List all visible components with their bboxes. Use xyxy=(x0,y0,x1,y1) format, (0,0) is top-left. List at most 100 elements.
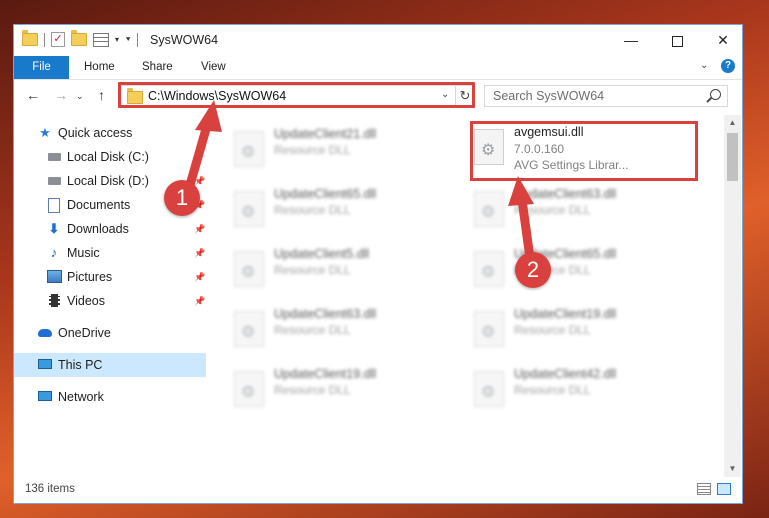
star-icon: ★ xyxy=(39,125,51,140)
list-item[interactable]: ⚙ UpdateClient42.dll Resource DLL xyxy=(464,361,694,411)
sidebar-item-label: Pictures xyxy=(67,270,113,284)
properties-icon[interactable] xyxy=(93,32,109,47)
up-button[interactable]: ↑ xyxy=(98,87,105,103)
list-item[interactable]: ⚙ UpdateClient5.dll Resource DLL xyxy=(224,241,454,291)
sidebar-item-network[interactable]: Network xyxy=(14,385,206,409)
details-view-icon[interactable] xyxy=(697,483,711,495)
file-type: Resource DLL xyxy=(274,203,351,217)
disk-icon xyxy=(47,174,61,188)
search-input[interactable]: Search SysWOW64 xyxy=(484,85,728,107)
file-type: Resource DLL xyxy=(514,383,591,397)
sidebar-item-local-disk-c[interactable]: Local Disk (C:) xyxy=(14,145,206,169)
address-highlight-box xyxy=(118,82,475,108)
network-icon xyxy=(38,390,52,404)
vertical-scrollbar[interactable]: ▲ ▼ xyxy=(724,115,741,477)
ribbon-tabs: File Home Share View ⌄ ? xyxy=(14,55,742,80)
sidebar-item-videos[interactable]: Videos 📌 xyxy=(14,289,206,313)
videos-icon xyxy=(47,294,61,308)
list-item[interactable]: ⚙ UpdateClient63.dll Resource DLL xyxy=(224,301,454,351)
quick-access-toolbar: ✓ ▾ ⯆ xyxy=(22,30,139,47)
file-name: UpdateClient63.dll xyxy=(274,307,377,321)
sidebar-item-label: This PC xyxy=(58,358,103,372)
sidebar-item-label: Network xyxy=(58,390,104,404)
onedrive-icon xyxy=(38,326,52,340)
dll-file-icon: ⚙ xyxy=(474,191,504,227)
pin-icon[interactable]: 📌 xyxy=(194,289,205,313)
tab-file[interactable]: File xyxy=(14,56,69,79)
step-badge-1: 1 xyxy=(164,180,200,216)
maximize-button[interactable] xyxy=(654,25,700,55)
dll-file-icon: ⚙ xyxy=(234,311,264,347)
scroll-up-icon[interactable]: ▲ xyxy=(724,115,741,131)
sidebar-item-this-pc[interactable]: This PC xyxy=(14,353,206,377)
file-list: ⚙ UpdateClient21.dll Resource DLL ⚙ Upda… xyxy=(210,115,724,475)
sidebar-item-downloads[interactable]: ⬇ Downloads 📌 xyxy=(14,217,206,241)
close-button[interactable]: ✕ xyxy=(700,25,742,55)
file-type: Resource DLL xyxy=(514,323,591,337)
new-folder-icon[interactable] xyxy=(71,30,87,46)
tab-home[interactable]: Home xyxy=(84,56,115,79)
navigation-pane: ★ Quick access Local Disk (C:) Local Dis… xyxy=(14,115,209,475)
sidebar-item-label: OneDrive xyxy=(58,326,111,340)
dll-file-icon: ⚙ xyxy=(234,251,264,287)
properties-check-icon[interactable]: ✓ xyxy=(51,32,65,47)
sidebar-item-label: Local Disk (C:) xyxy=(67,150,149,164)
back-button[interactable]: ← xyxy=(26,87,40,103)
pin-icon[interactable]: 📌 xyxy=(194,265,205,289)
sidebar-item-label: Downloads xyxy=(67,222,129,236)
chevron-down-icon[interactable]: ▾ xyxy=(115,35,119,44)
dll-file-icon: ⚙ xyxy=(474,371,504,407)
tab-view[interactable]: View xyxy=(201,56,226,79)
file-type: Resource DLL xyxy=(514,203,591,217)
dll-file-icon: ⚙ xyxy=(474,251,504,287)
dll-file-icon: ⚙ xyxy=(234,131,264,167)
maximize-icon xyxy=(671,35,683,47)
list-item[interactable]: ⚙ UpdateClient19.dll Resource DLL xyxy=(224,361,454,411)
file-type: Resource DLL xyxy=(274,143,351,157)
scroll-thumb[interactable] xyxy=(727,133,738,181)
sidebar-item-label: Music xyxy=(67,246,100,260)
file-name: UpdateClient21.dll xyxy=(274,127,377,141)
file-highlight-box xyxy=(470,121,698,181)
list-item[interactable]: ⚙ UpdateClient21.dll Resource DLL xyxy=(224,121,454,171)
file-name: UpdateClient63.dll xyxy=(514,187,617,201)
minimize-button[interactable]: — xyxy=(608,25,654,55)
sidebar-item-quick-access[interactable]: ★ Quick access xyxy=(14,121,206,145)
pin-icon[interactable]: 📌 xyxy=(194,241,205,265)
status-bar: 136 items xyxy=(14,477,742,503)
file-explorer-window: ✓ ▾ ⯆ SysWOW64 — ✕ File Home Share View … xyxy=(13,24,743,504)
disk-icon xyxy=(47,150,61,164)
file-type: Resource DLL xyxy=(274,323,351,337)
expand-ribbon-icon[interactable]: ⌄ xyxy=(700,60,708,71)
pin-icon[interactable]: 📌 xyxy=(194,217,205,241)
item-count: 136 items xyxy=(25,483,75,495)
toolbar-separator xyxy=(44,32,45,47)
file-name: UpdateClient65.dll xyxy=(274,187,377,201)
list-item[interactable]: ⚙ UpdateClient63.dll Resource DLL xyxy=(464,181,694,231)
recent-locations-icon[interactable]: ⌄ xyxy=(76,91,84,102)
music-icon: ♪ xyxy=(50,245,58,260)
dll-file-icon: ⚙ xyxy=(234,371,264,407)
sidebar-item-label: Videos xyxy=(67,294,105,308)
title-bar: ✓ ▾ ⯆ SysWOW64 — ✕ xyxy=(14,25,742,55)
file-name: UpdateClient19.dll xyxy=(274,367,377,381)
help-icon[interactable]: ? xyxy=(721,59,735,73)
customize-toolbar-icon[interactable]: ⯆ xyxy=(125,35,131,45)
pictures-icon xyxy=(47,270,62,284)
sidebar-item-pictures[interactable]: Pictures 📌 xyxy=(14,265,206,289)
tab-share[interactable]: Share xyxy=(142,56,173,79)
list-item[interactable]: ⚙ UpdateClient65.dll Resource DLL xyxy=(464,241,694,291)
tiles-view-icon[interactable] xyxy=(717,483,731,495)
step-badge-2: 2 xyxy=(515,252,551,288)
sidebar-item-music[interactable]: ♪ Music 📌 xyxy=(14,241,206,265)
toolbar-separator xyxy=(137,32,139,47)
sidebar-item-onedrive[interactable]: OneDrive xyxy=(14,321,206,345)
scroll-down-icon[interactable]: ▼ xyxy=(724,461,741,477)
search-placeholder: Search SysWOW64 xyxy=(493,89,605,103)
list-item[interactable]: ⚙ UpdateClient19.dll Resource DLL xyxy=(464,301,694,351)
window-title: SysWOW64 xyxy=(150,33,219,47)
sidebar-item-label: Documents xyxy=(67,198,131,212)
forward-button[interactable]: → xyxy=(54,87,68,103)
list-item[interactable]: ⚙ UpdateClient65.dll Resource DLL xyxy=(224,181,454,231)
file-type: Resource DLL xyxy=(274,263,351,277)
